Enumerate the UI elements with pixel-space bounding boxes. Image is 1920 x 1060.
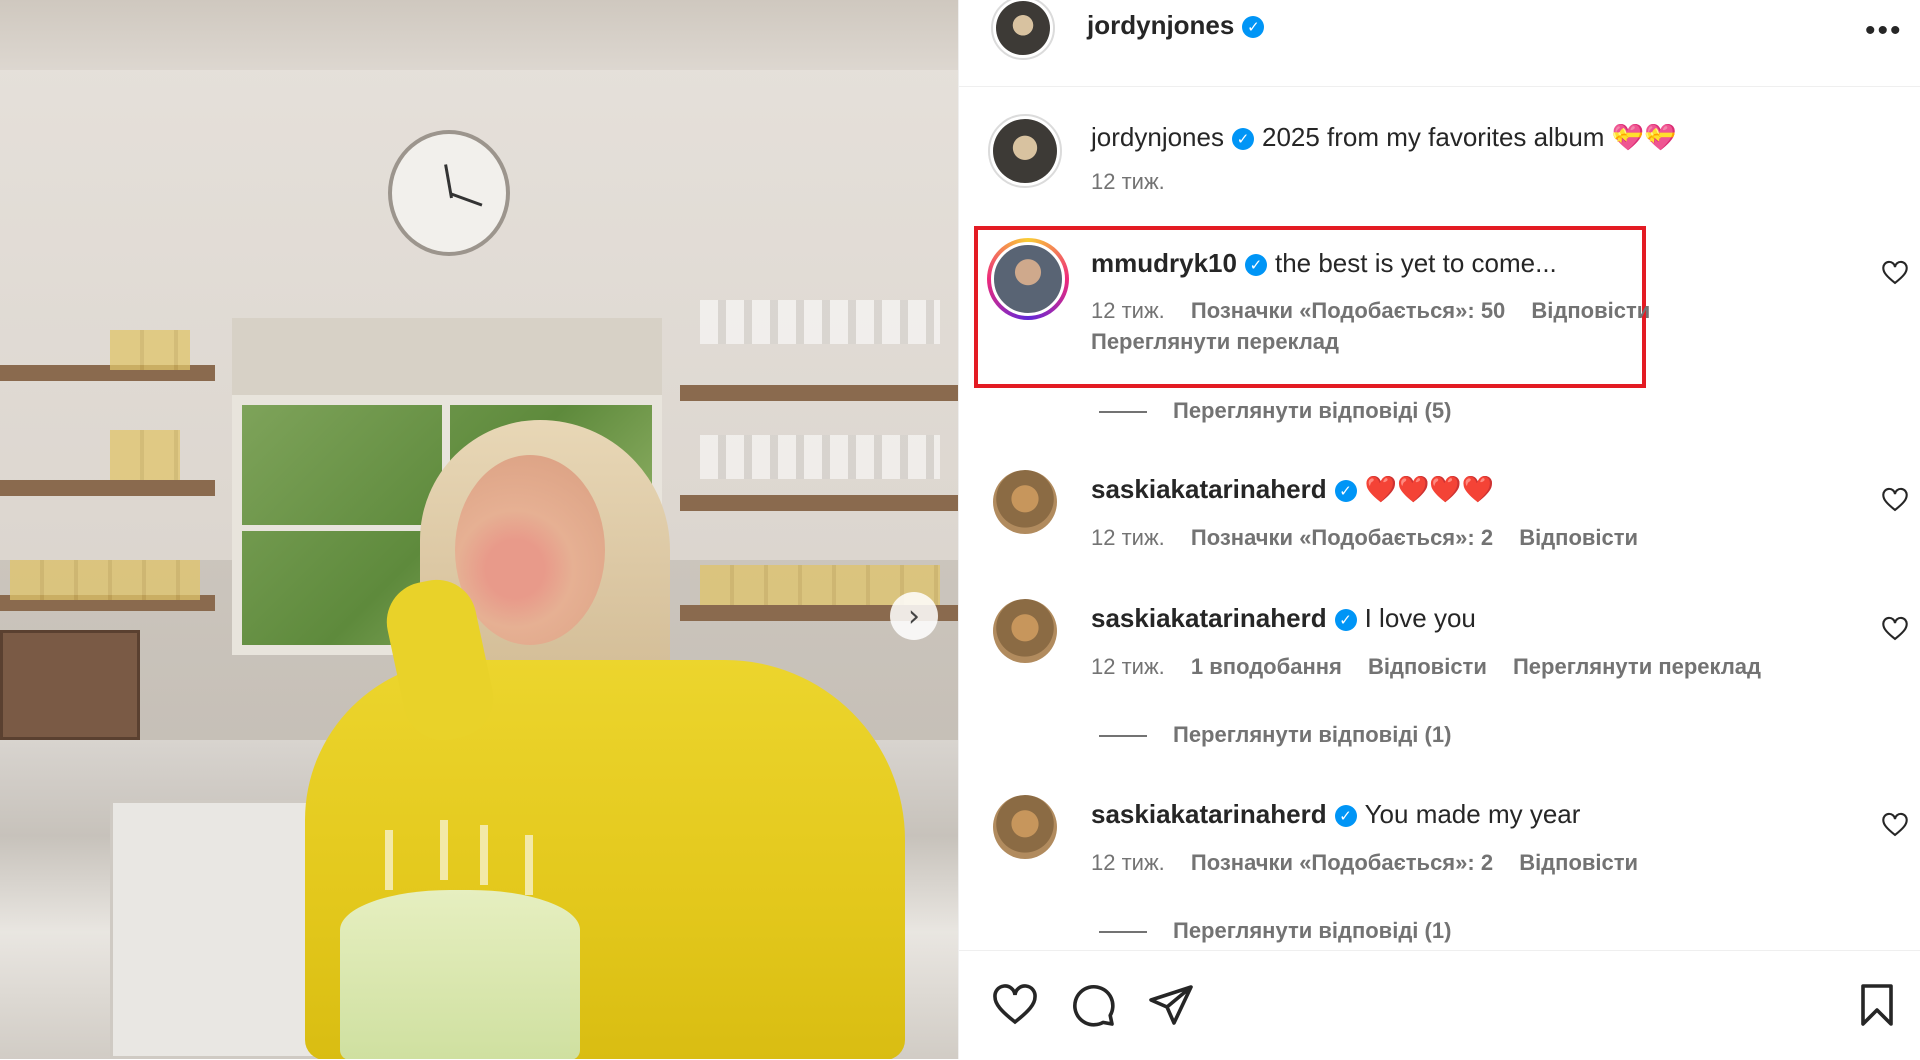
post-action-bar	[959, 950, 1920, 1060]
comment-icon[interactable]	[1069, 981, 1117, 1029]
comment-avatar[interactable]	[993, 795, 1057, 859]
comment-avatar[interactable]	[993, 470, 1057, 534]
comment-meta: 12 тиж. Позначки «Подобається»: 2 Відпов…	[1091, 850, 1658, 876]
shelf-plates	[10, 560, 200, 600]
comment-text: ❤️❤️❤️❤️	[1364, 474, 1495, 504]
post-header: jordynjones ✓ •••	[959, 0, 1920, 87]
verified-badge-icon: ✓	[1334, 480, 1357, 503]
view-replies-label: Переглянути відповіді (5)	[1173, 398, 1452, 423]
replies-divider	[1099, 411, 1147, 414]
reply-button[interactable]: Відповісти	[1531, 298, 1650, 323]
comment-body: saskiakatarinaherd ✓ I love you	[1091, 603, 1476, 634]
replies-divider	[1099, 735, 1147, 738]
comment-text: You made my year	[1364, 799, 1581, 829]
comment-likes[interactable]: Позначки «Подобається»: 50	[1191, 298, 1505, 323]
view-replies-button[interactable]: Переглянути відповіді (1)	[1099, 722, 1451, 748]
comment-time: 12 тиж.	[1091, 298, 1165, 323]
comment-text: the best is yet to come...	[1274, 248, 1557, 278]
comment-body: mmudryk10 ✓ the best is yet to come...	[1091, 248, 1557, 279]
reply-button[interactable]: Відповісти	[1519, 850, 1638, 875]
bookmark-icon[interactable]	[1853, 981, 1901, 1029]
comment-meta: 12 тиж. Позначки «Подобається»: 2 Відпов…	[1091, 525, 1658, 551]
shelf	[0, 480, 215, 496]
caption-time: 12 тиж.	[1091, 169, 1165, 194]
reply-button[interactable]: Відповісти	[1519, 525, 1638, 550]
heart-icon[interactable]	[1881, 811, 1909, 839]
caption: jordynjones ✓ 2025 from my favorites album…	[1091, 122, 1676, 153]
verified-badge-icon: ✓	[1242, 16, 1265, 39]
comment-username[interactable]: saskiakatarinaherd	[1091, 603, 1327, 633]
verified-badge-icon: ✓	[1231, 128, 1254, 151]
replies-divider	[1099, 931, 1147, 934]
comment-meta: 12 тиж. 1 вподобання Відповісти Переглян…	[1091, 654, 1781, 680]
comment-time: 12 тиж.	[1091, 850, 1165, 875]
see-translation-button[interactable]: Переглянути переклад	[1091, 329, 1339, 354]
comment-likes[interactable]: Позначки «Подобається»: 2	[1191, 525, 1493, 550]
comment-body: saskiakatarinaherd ✓ You made my year	[1091, 799, 1580, 830]
comment-meta-2: Переглянути переклад	[1091, 329, 1359, 355]
shelf-dishes	[110, 330, 190, 370]
view-replies-button[interactable]: Переглянути відповіді (5)	[1099, 398, 1451, 424]
caption-meta: 12 тиж.	[1091, 169, 1185, 195]
more-options-icon[interactable]: •••	[1865, 14, 1903, 48]
comment-time: 12 тиж.	[1091, 525, 1165, 550]
comment-time: 12 тиж.	[1091, 654, 1165, 679]
verified-badge-icon: ✓	[1334, 609, 1357, 632]
person-face	[455, 455, 605, 645]
view-replies-label: Переглянути відповіді (1)	[1173, 722, 1452, 747]
see-translation-button[interactable]: Переглянути переклад	[1513, 654, 1761, 679]
candle	[440, 820, 448, 880]
verified-badge-icon: ✓	[1334, 805, 1357, 828]
author-avatar[interactable]	[991, 0, 1055, 60]
birthday-cake	[340, 890, 580, 1059]
comment-avatar[interactable]	[993, 599, 1057, 663]
candle	[385, 830, 393, 890]
post-photo: ›	[0, 0, 958, 1059]
ceiling	[0, 0, 958, 70]
comment-username[interactable]: saskiakatarinaherd	[1091, 799, 1327, 829]
shelf-glasses	[700, 435, 940, 479]
caption-avatar[interactable]	[988, 114, 1062, 188]
shelf	[680, 385, 958, 401]
author-username[interactable]: jordynjones	[1087, 10, 1234, 40]
comment-username[interactable]: saskiakatarinaherd	[1091, 474, 1327, 504]
caption-text: 2025 from my favorites album 💝💝	[1261, 122, 1677, 152]
heart-icon[interactable]	[1881, 259, 1909, 287]
post-side-panel: jordynjones ✓ ••• jordynjones ✓ 2025 from m…	[958, 0, 1920, 1059]
verified-badge-icon: ✓	[1244, 254, 1267, 277]
candle	[480, 825, 488, 885]
share-icon[interactable]	[1147, 981, 1195, 1029]
chevron-right-icon: ›	[908, 598, 920, 634]
comment-body: saskiakatarinaherd ✓ ❤️❤️❤️❤️	[1091, 474, 1494, 505]
view-replies-label: Переглянути відповіді (1)	[1173, 918, 1452, 943]
view-replies-button[interactable]: Переглянути відповіді (1)	[1099, 918, 1451, 944]
reply-button[interactable]: Відповісти	[1368, 654, 1487, 679]
comment-meta: 12 тиж. Позначки «Подобається»: 50 Відпо…	[1091, 298, 1670, 324]
caption-username[interactable]: jordynjones	[1091, 122, 1224, 152]
comment-username[interactable]: mmudryk10	[1091, 248, 1237, 278]
window-blind	[232, 318, 662, 400]
candle	[525, 835, 533, 895]
shelf	[680, 495, 958, 511]
heart-icon[interactable]	[991, 981, 1039, 1029]
comment-likes[interactable]: 1 вподобання	[1191, 654, 1342, 679]
comment-avatar[interactable]	[987, 238, 1069, 320]
shelf-glasses	[700, 300, 940, 344]
next-photo-button[interactable]: ›	[890, 592, 938, 640]
comment-likes[interactable]: Позначки «Подобається»: 2	[1191, 850, 1493, 875]
comment-text: I love you	[1364, 603, 1476, 633]
wall-clock	[388, 130, 510, 256]
shelf-bowls	[110, 430, 180, 480]
heart-icon[interactable]	[1881, 486, 1909, 514]
toaster-oven	[0, 630, 140, 740]
heart-icon[interactable]	[1881, 615, 1909, 643]
